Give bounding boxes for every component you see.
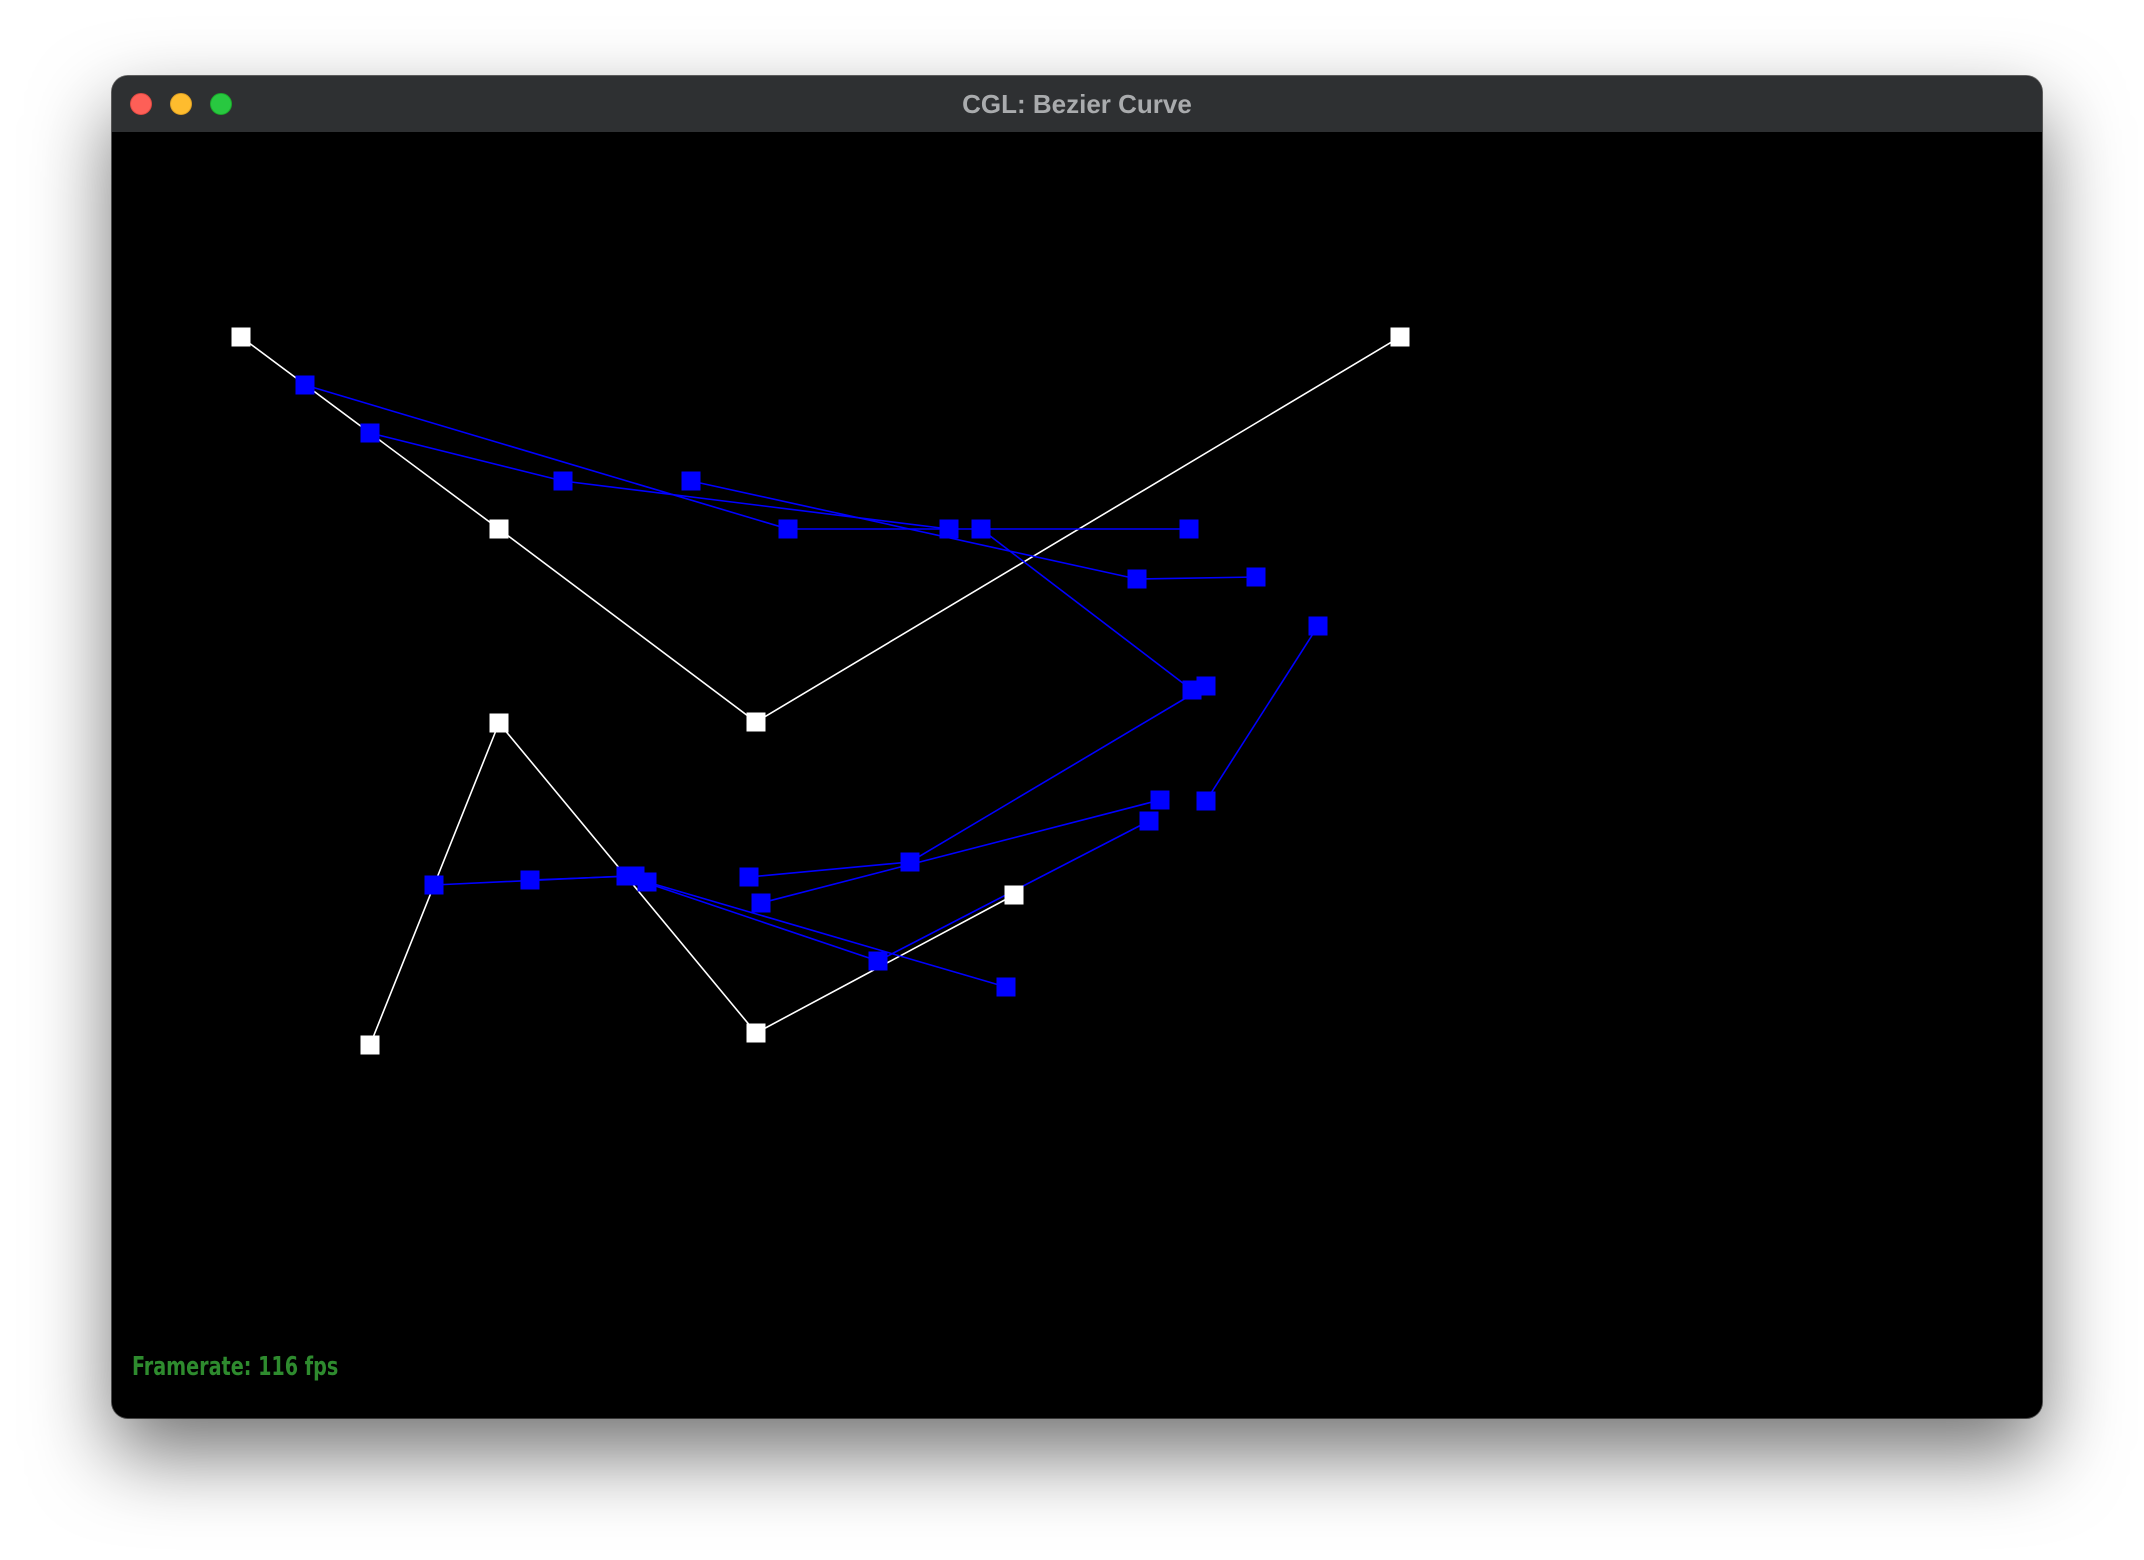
framerate-label: Framerate: 116 fps — [132, 1352, 339, 1382]
bottom-curve-level-2-point[interactable] — [900, 852, 920, 872]
bottom-curve-level-3-point[interactable] — [637, 872, 657, 892]
bottom-curve-level-1-point[interactable] — [868, 951, 888, 971]
top-curve-level-2-point[interactable] — [1246, 567, 1266, 587]
bottom-curve-level-1-polygon — [433, 820, 1150, 962]
top-curve-level-2-polygon — [980, 528, 1193, 691]
bottom-curve-level-3-point[interactable] — [1150, 790, 1170, 810]
top-curve-level-1-polygon — [304, 384, 1189, 530]
bottom-curve-level-2-point[interactable] — [739, 867, 759, 887]
bottom-curve-level-3-polygon — [760, 799, 1161, 904]
bottom-curve-level-3-polygon — [646, 881, 1007, 988]
bottom-curve-control-point[interactable] — [746, 1023, 766, 1043]
render-viewport[interactable]: Framerate: 116 fps — [112, 132, 2042, 1418]
top-curve-level-1-polygon — [369, 432, 950, 530]
window-title: CGL: Bezier Curve — [962, 89, 1192, 119]
top-curve-level-2-point[interactable] — [681, 471, 701, 491]
bottom-curve-level-1-point[interactable] — [424, 875, 444, 895]
top-curve-level-3-point[interactable] — [1196, 791, 1216, 811]
top-curve-control-point[interactable] — [489, 519, 509, 539]
top-curve-level-2-point[interactable] — [971, 519, 991, 539]
title-bar[interactable]: CGL: Bezier Curve — [112, 76, 2042, 133]
top-curve-control-point[interactable] — [1390, 327, 1410, 347]
bottom-curve-level-2-point[interactable] — [520, 870, 540, 890]
top-curve-level-2-point[interactable] — [1127, 569, 1147, 589]
bottom-curve-level-3-point[interactable] — [751, 893, 771, 913]
top-curve-level-3-point[interactable] — [1308, 616, 1328, 636]
top-curve-level-3-polygon — [1205, 625, 1319, 802]
bottom-curve-control-point[interactable] — [360, 1035, 380, 1055]
top-curve-level-1-point[interactable] — [1179, 519, 1199, 539]
bottom-curve-level-1-point[interactable] — [1139, 811, 1159, 831]
bottom-curve-level-2-polygon — [748, 685, 1207, 878]
bezier-scene[interactable] — [112, 132, 2042, 1418]
desktop: CGL: Bezier Curve Framerate: 116 fps — [0, 0, 2144, 1560]
app-window: CGL: Bezier Curve Framerate: 116 fps — [112, 76, 2042, 1418]
top-curve-level-1-point[interactable] — [778, 519, 798, 539]
top-curve-control-point[interactable] — [746, 712, 766, 732]
bottom-curve-level-3-point[interactable] — [996, 977, 1016, 997]
bottom-curve-control-point[interactable] — [1004, 885, 1024, 905]
bottom-curve-control-point[interactable] — [489, 713, 509, 733]
bottom-curve-level-2-point[interactable] — [1196, 676, 1216, 696]
top-curve-control-point[interactable] — [231, 327, 251, 347]
top-curve-level-1-point[interactable] — [553, 471, 573, 491]
top-curve-level-1-point[interactable] — [360, 423, 380, 443]
top-curve-level-1-point[interactable] — [295, 375, 315, 395]
top-curve-level-1-point[interactable] — [939, 519, 959, 539]
